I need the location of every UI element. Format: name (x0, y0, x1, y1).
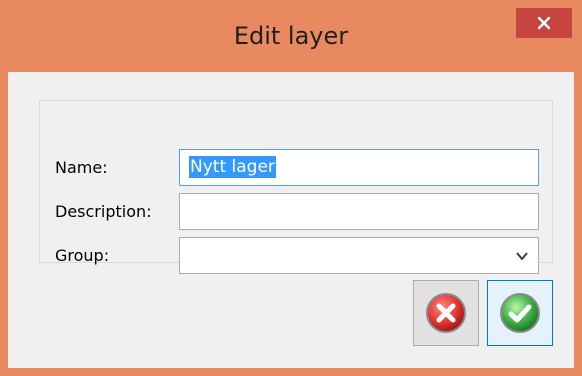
green-check-circle-icon (500, 293, 540, 333)
window-title: Edit layer (233, 22, 349, 50)
name-label: Name: (55, 158, 108, 177)
ok-button[interactable] (487, 280, 553, 346)
description-label: Description: (55, 202, 152, 221)
dialog-body: Name: Nytt lager Description: Group: (8, 72, 574, 368)
close-icon (537, 16, 551, 30)
name-field-value: Nytt lager (189, 156, 276, 178)
fields-panel: Name: Nytt lager Description: Group: (39, 100, 553, 274)
description-field[interactable] (179, 193, 539, 230)
title-bar[interactable]: Edit layer (0, 0, 582, 72)
cancel-button[interactable] (413, 280, 479, 346)
group-dropdown[interactable] (179, 237, 539, 274)
name-field[interactable]: Nytt lager (179, 149, 539, 186)
chevron-down-icon (516, 252, 528, 260)
group-label: Group: (55, 246, 110, 265)
close-button[interactable] (516, 8, 572, 38)
red-x-circle-icon (426, 293, 466, 333)
edit-layer-dialog: Edit layer Name: Nytt lager Description:… (0, 0, 582, 376)
